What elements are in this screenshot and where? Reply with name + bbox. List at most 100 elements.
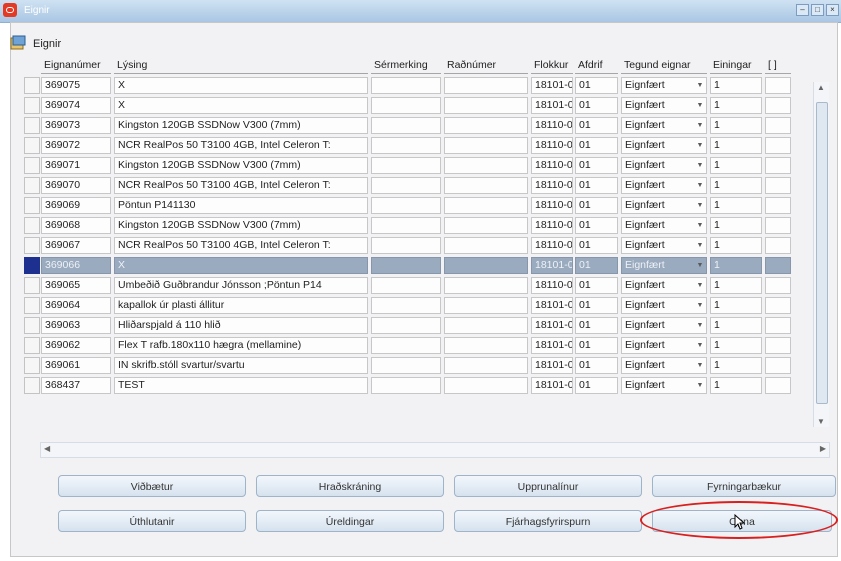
fyrningarbaekur-button[interactable]: Fyrningarbækur (652, 475, 836, 497)
cell-rad[interactable] (444, 277, 528, 294)
cell-desc[interactable]: Flex T rafb.180x110 hægra (mellamine) (114, 337, 368, 354)
cell-desc[interactable]: NCR RealPos 50 T3100 4GB, Intel Celeron … (114, 237, 368, 254)
cell-num[interactable]: 369073 (41, 117, 111, 134)
dropdown-arrow-icon[interactable]: ▼ (695, 119, 705, 132)
ureldingar-button[interactable]: Úreldingar (256, 510, 444, 532)
cell-extra[interactable] (765, 77, 791, 94)
cell-afdrif[interactable]: 01 (575, 197, 618, 214)
row-selector[interactable] (24, 257, 40, 274)
cell-num[interactable]: 369066 (41, 257, 111, 274)
cell-einingar[interactable]: 1 (710, 157, 762, 174)
row-selector[interactable] (24, 357, 40, 374)
row-selector[interactable] (24, 117, 40, 134)
cell-desc[interactable]: Pöntun P141130 (114, 197, 368, 214)
cell-num[interactable]: 369067 (41, 237, 111, 254)
cell-rad[interactable] (444, 297, 528, 314)
cell-desc[interactable]: NCR RealPos 50 T3100 4GB, Intel Celeron … (114, 177, 368, 194)
cell-afdrif[interactable]: 01 (575, 137, 618, 154)
cell-tegund[interactable]: Eignfært ▼ (621, 377, 707, 394)
cell-extra[interactable] (765, 297, 791, 314)
cell-rad[interactable] (444, 137, 528, 154)
cell-extra[interactable] (765, 97, 791, 114)
dropdown-arrow-icon[interactable]: ▼ (695, 379, 705, 392)
scroll-down-icon[interactable]: ▼ (817, 417, 825, 426)
cell-einingar[interactable]: 1 (710, 177, 762, 194)
cell-desc[interactable]: X (114, 77, 368, 94)
cell-desc[interactable]: Hliðarspjald á 110 hlið (114, 317, 368, 334)
cell-num[interactable]: 369071 (41, 157, 111, 174)
cell-ser[interactable] (371, 177, 441, 194)
cell-rad[interactable] (444, 197, 528, 214)
cell-ser[interactable] (371, 97, 441, 114)
cell-ser[interactable] (371, 337, 441, 354)
dropdown-arrow-icon[interactable]: ▼ (695, 239, 705, 252)
column-header[interactable]: Lýsing (114, 57, 368, 74)
cell-tegund[interactable]: Eignfært ▼ (621, 357, 707, 374)
cell-desc[interactable]: IN skrifb.stóll svartur/svartu (114, 357, 368, 374)
cell-num[interactable]: 368437 (41, 377, 111, 394)
scroll-left-icon[interactable]: ◀ (44, 444, 50, 453)
cell-flokkur[interactable]: 18110-0 (531, 197, 573, 214)
scroll-up-icon[interactable]: ▲ (817, 83, 825, 92)
cell-rad[interactable] (444, 157, 528, 174)
cell-extra[interactable] (765, 197, 791, 214)
cell-desc[interactable]: Umbeðið Guðbrandur Jónsson ;Pöntun P14 (114, 277, 368, 294)
cell-afdrif[interactable]: 01 (575, 177, 618, 194)
dropdown-arrow-icon[interactable]: ▼ (695, 79, 705, 92)
cell-flokkur[interactable]: 18101-0 (531, 357, 573, 374)
cell-ser[interactable] (371, 277, 441, 294)
cell-num[interactable]: 369070 (41, 177, 111, 194)
cell-flokkur[interactable]: 18110-0 (531, 277, 573, 294)
dropdown-arrow-icon[interactable]: ▼ (695, 179, 705, 192)
cell-num[interactable]: 369072 (41, 137, 111, 154)
row-selector[interactable] (24, 237, 40, 254)
cell-extra[interactable] (765, 157, 791, 174)
cell-flokkur[interactable]: 18110-0 (531, 177, 573, 194)
cell-extra[interactable] (765, 377, 791, 394)
cell-rad[interactable] (444, 317, 528, 334)
cell-flokkur[interactable]: 18110-0 (531, 237, 573, 254)
scroll-right-icon[interactable]: ▶ (820, 444, 826, 453)
cell-desc[interactable]: TEST (114, 377, 368, 394)
cell-ser[interactable] (371, 317, 441, 334)
dropdown-arrow-icon[interactable]: ▼ (695, 139, 705, 152)
cell-flokkur[interactable]: 18101-0 (531, 77, 573, 94)
column-header[interactable]: Sérmerking (371, 57, 441, 74)
cell-ser[interactable] (371, 297, 441, 314)
cell-einingar[interactable]: 1 (710, 297, 762, 314)
column-header[interactable]: [ ] (765, 57, 791, 74)
cell-num[interactable]: 369074 (41, 97, 111, 114)
cell-flokkur[interactable]: 18110-0 (531, 137, 573, 154)
cell-num[interactable]: 369075 (41, 77, 111, 94)
cell-flokkur[interactable]: 18110-0 (531, 157, 573, 174)
minimize-button[interactable]: – (796, 4, 809, 16)
cell-extra[interactable] (765, 277, 791, 294)
row-selector[interactable] (24, 277, 40, 294)
cell-einingar[interactable]: 1 (710, 77, 762, 94)
cell-einingar[interactable]: 1 (710, 357, 762, 374)
dropdown-arrow-icon[interactable]: ▼ (695, 299, 705, 312)
cell-extra[interactable] (765, 237, 791, 254)
upprunalinur-button[interactable]: Upprunalínur (454, 475, 642, 497)
dropdown-arrow-icon[interactable]: ▼ (695, 219, 705, 232)
cell-num[interactable]: 369069 (41, 197, 111, 214)
cell-flokkur[interactable]: 18110-0 (531, 117, 573, 134)
cell-afdrif[interactable]: 01 (575, 157, 618, 174)
cell-desc[interactable]: Kingston 120GB SSDNow V300 (7mm) (114, 217, 368, 234)
cell-afdrif[interactable]: 01 (575, 277, 618, 294)
cell-rad[interactable] (444, 337, 528, 354)
cell-desc[interactable]: Kingston 120GB SSDNow V300 (7mm) (114, 157, 368, 174)
column-header[interactable]: Einingar (710, 57, 762, 74)
cell-tegund[interactable]: Eignfært ▼ (621, 77, 707, 94)
cell-flokkur[interactable]: 18101-0 (531, 377, 573, 394)
row-selector[interactable] (24, 317, 40, 334)
scroll-thumb[interactable] (816, 102, 828, 404)
cell-desc[interactable]: X (114, 97, 368, 114)
column-header[interactable]: Eignanúmer (41, 57, 111, 74)
cell-afdrif[interactable]: 01 (575, 337, 618, 354)
cell-ser[interactable] (371, 257, 441, 274)
cell-ser[interactable] (371, 217, 441, 234)
cell-desc[interactable]: kapallok úr plasti állitur (114, 297, 368, 314)
cell-tegund[interactable]: Eignfært ▼ (621, 337, 707, 354)
maximize-button[interactable]: □ (811, 4, 824, 16)
